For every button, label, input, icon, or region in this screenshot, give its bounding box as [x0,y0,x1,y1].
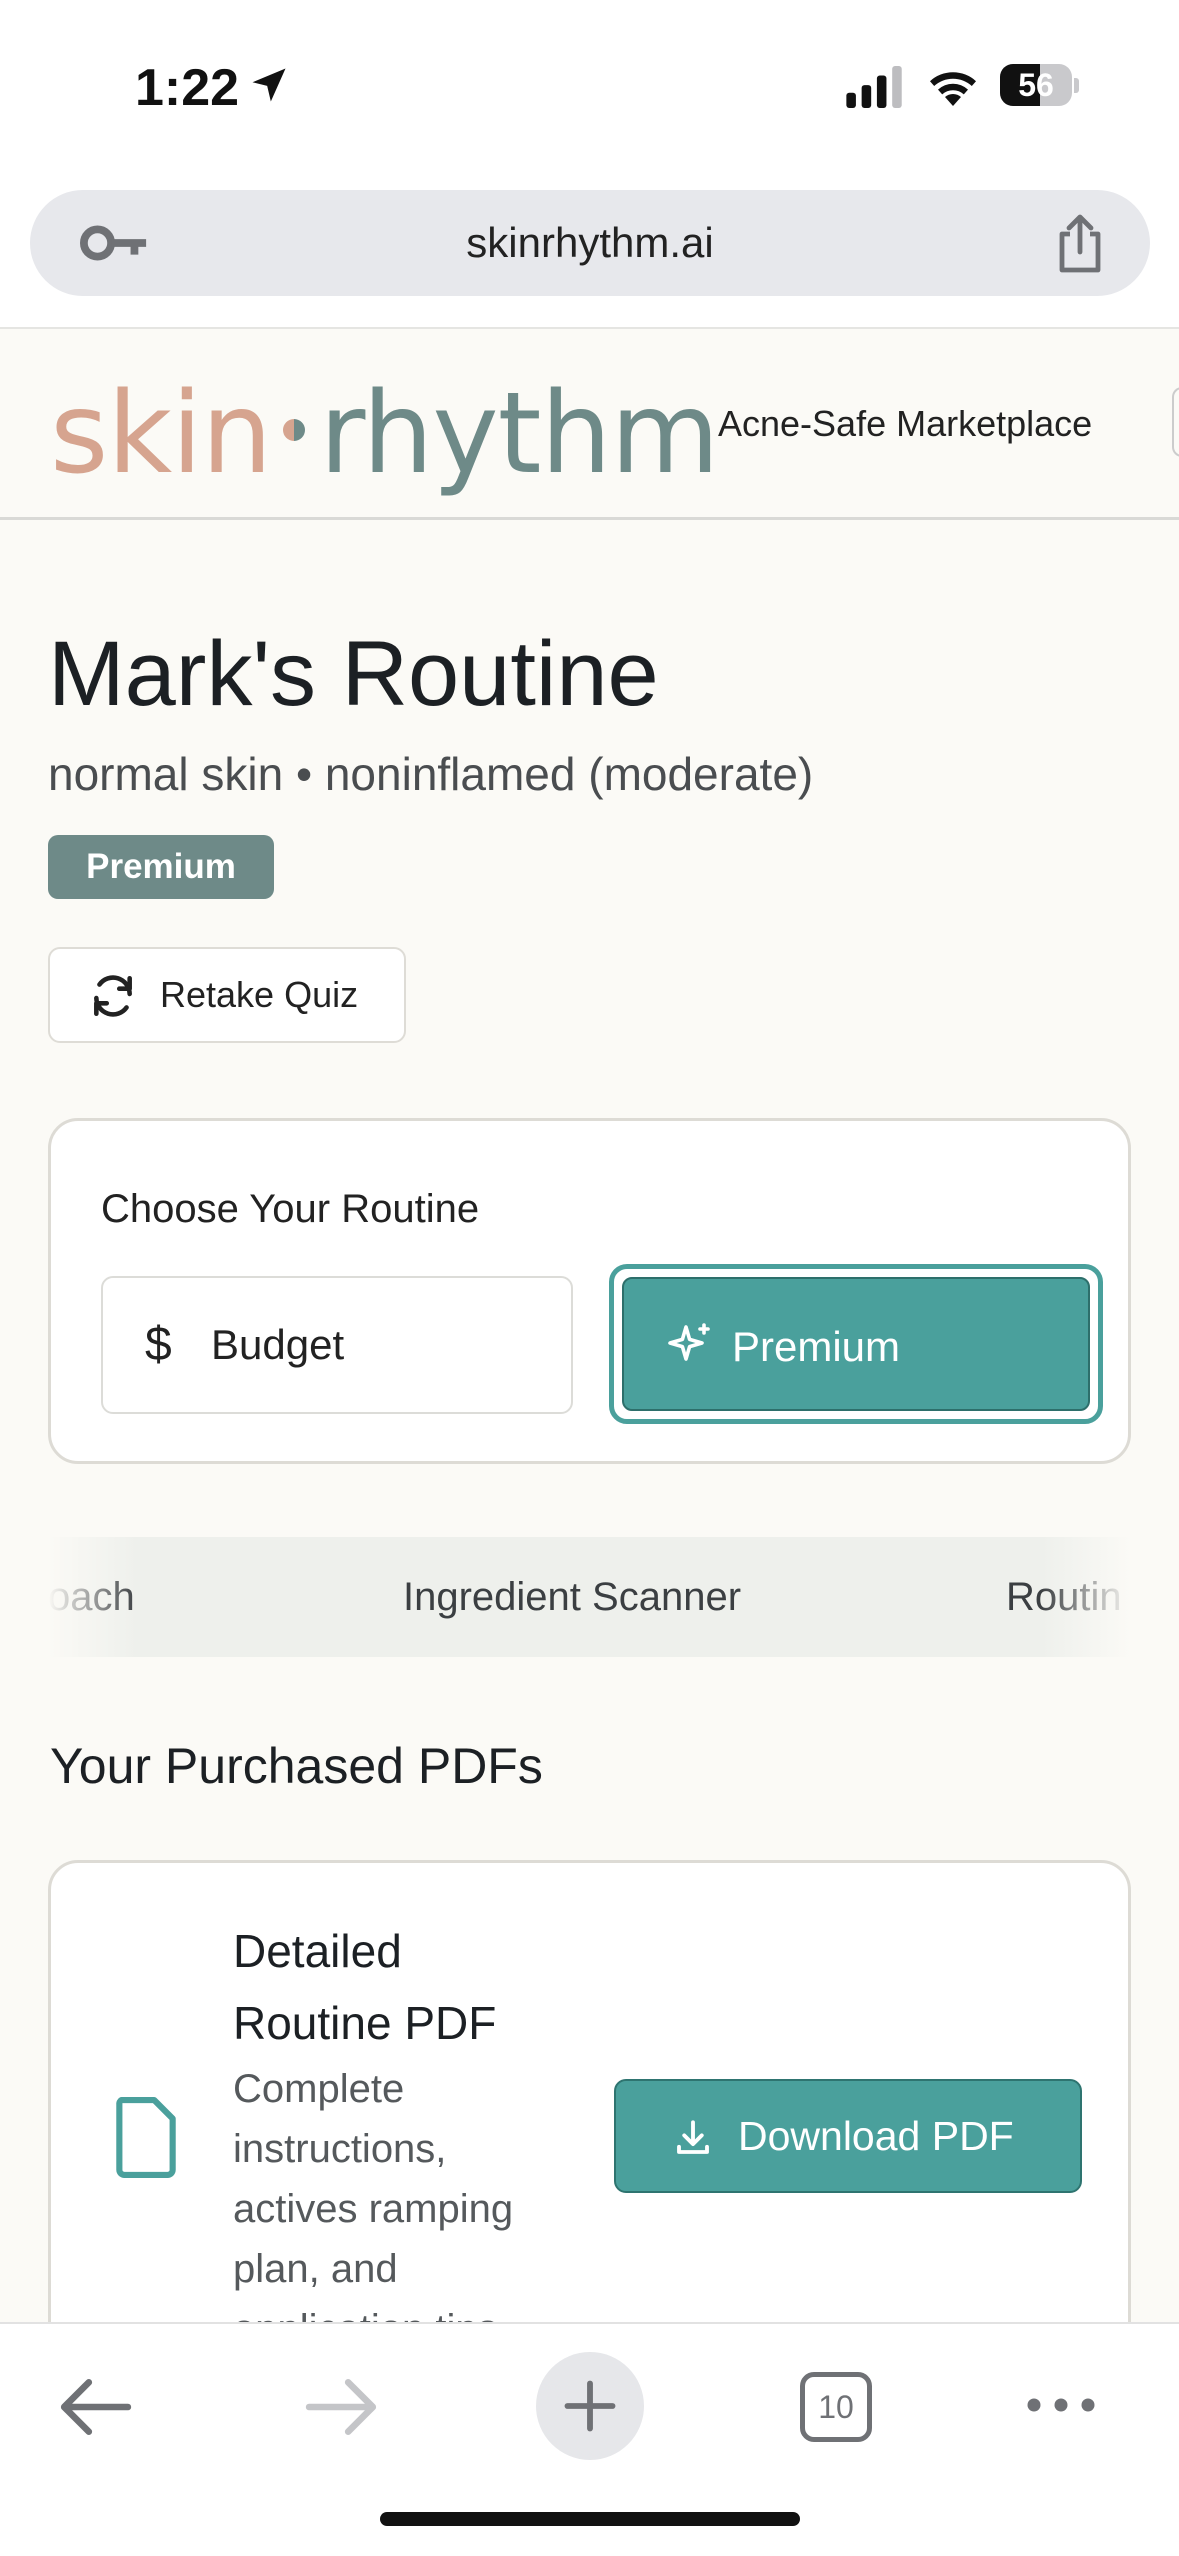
battery-indicator: 56 [1000,64,1080,108]
budget-option-button[interactable]: $ Budget [101,1276,573,1414]
new-tab-button[interactable] [536,2352,644,2460]
tab-ingredient-scanner[interactable]: Ingredient Scanner [403,1537,741,1657]
forward-arrow-icon[interactable] [305,2376,379,2438]
refresh-icon [94,975,132,1017]
site-logo[interactable]: skin rhythm [50,369,720,499]
pdf-title: Detailed Routine PDF [233,1925,497,2049]
logo-dot-icon [283,419,306,442]
location-arrow-icon [252,68,286,102]
header-menu-edge[interactable] [1172,387,1179,457]
retake-quiz-label: Retake Quiz [160,974,359,1015]
pdf-card: Detailed Routine PDF Complete instructio… [48,1860,1131,2327]
download-pdf-label: Download PDF [738,2113,1014,2159]
logo-skin-text: skin [50,369,272,499]
address-bar[interactable]: skinrhythm.ai [30,190,1150,296]
premium-option-button[interactable]: Premium [609,1264,1103,1424]
download-pdf-button[interactable]: Download PDF [614,2079,1082,2193]
premium-option-label: Premium [732,1323,901,1370]
back-arrow-icon[interactable] [58,2376,132,2438]
cellular-signal-icon [846,66,902,108]
marketplace-link[interactable]: Acne-Safe Marketplace [718,403,1092,445]
dollar-icon: $ [145,1318,172,1371]
page-title: Mark's Routine [48,623,659,725]
tab-count-button[interactable]: 10 [800,2372,872,2442]
sparkles-icon [668,1323,710,1361]
skin-profile-subtitle: normal skin • noninflamed (moderate) [48,748,814,800]
status-time: 1:22 [135,59,240,117]
purchased-pdfs-title: Your Purchased PDFs [50,1738,543,1794]
file-icon [116,2097,176,2178]
budget-option-label: Budget [211,1321,345,1368]
choose-routine-title: Choose Your Routine [101,1187,480,1231]
tier-badge: Premium [48,835,274,899]
site-header: skin rhythm Acne-Safe Marketplace [0,327,1179,520]
url-text[interactable]: skinrhythm.ai [30,190,1150,296]
feature-tabs: oach Ingredient Scanner Routin [48,1537,1131,1657]
download-icon [677,2120,709,2154]
home-indicator [380,2512,800,2526]
logo-rhythm-text: rhythm [319,369,719,499]
status-bar: 1:22 56 [0,0,1179,170]
more-options-icon[interactable] [1024,2394,1098,2416]
web-page: skin rhythm Acne-Safe Marketplace Mark's … [0,327,1179,2327]
choose-routine-card: Choose Your Routine $ Budget Premium [48,1118,1131,1464]
battery-percent: 56 [1018,67,1054,103]
pdf-description: Complete instructions, actives ramping p… [233,2067,514,2327]
plus-icon [564,2380,616,2432]
retake-quiz-button[interactable]: Retake Quiz [48,947,406,1043]
wifi-icon [930,72,976,106]
share-icon[interactable] [1052,214,1108,274]
